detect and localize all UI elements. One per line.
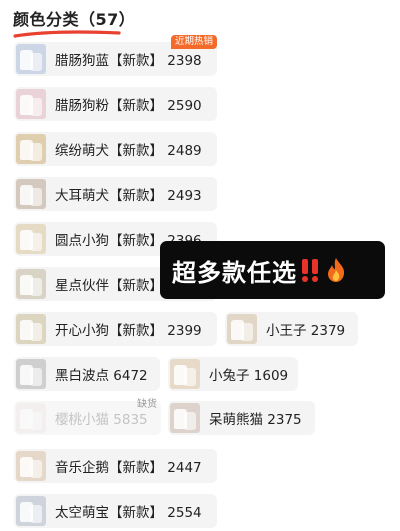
option-label: 小兔子 1609 <box>209 368 289 384</box>
option-label: 太空萌宝【新款】 2554 <box>55 505 202 521</box>
product-thumbnail <box>16 451 46 481</box>
option-label: 小王子 2379 <box>266 323 346 339</box>
product-thumbnail <box>16 44 46 74</box>
out-of-stock-badge: 缺货 <box>137 399 157 410</box>
product-thumbnail <box>170 403 200 433</box>
double-exclamation-icon <box>302 259 318 282</box>
option-colorful-puppy[interactable]: 缤纷萌犬【新款】 2489 <box>14 132 217 166</box>
option-dachshund-blue[interactable]: 腊肠狗蓝【新款】 2398 近期热销 <box>14 35 217 76</box>
option-label: 开心小狗【新款】 2399 <box>55 323 202 339</box>
product-thumbnail <box>16 89 46 119</box>
promo-text: 超多款任选 <box>172 258 297 287</box>
option-label: 缤纷萌犬【新款】 2489 <box>55 143 202 159</box>
option-label: 樱桃小猫 5835 <box>55 412 148 428</box>
title-underline <box>13 30 121 38</box>
option-bunny[interactable]: 小兔子 1609 <box>168 357 298 391</box>
product-thumbnail <box>16 403 46 433</box>
option-label: 腊肠狗粉【新款】 2590 <box>55 98 202 114</box>
option-dachshund-pink[interactable]: 腊肠狗粉【新款】 2590 <box>14 87 217 121</box>
product-thumbnail <box>16 314 46 344</box>
color-category-header: 颜色分类（57） <box>13 6 136 38</box>
option-label: 黑白波点 6472 <box>55 368 148 384</box>
product-thumbnail <box>16 134 46 164</box>
option-happy-puppy[interactable]: 开心小狗【新款】 2399 <box>14 312 217 346</box>
product-thumbnail <box>227 314 257 344</box>
page-title: 颜色分类（57） <box>13 10 136 29</box>
option-cute-panda[interactable]: 呆萌熊猫 2375 <box>168 401 315 435</box>
option-black-white-dots[interactable]: 黑白波点 6472 <box>14 357 160 391</box>
hot-sale-badge: 近期热销 <box>170 35 217 49</box>
fire-icon <box>328 258 345 282</box>
option-label: 腊肠狗蓝【新款】 2398 <box>55 53 202 69</box>
product-thumbnail <box>16 179 46 209</box>
option-label: 呆萌熊猫 2375 <box>209 412 302 428</box>
product-thumbnail <box>16 269 46 299</box>
option-cherry-kitten: 樱桃小猫 5835 缺货 <box>14 399 161 435</box>
option-little-prince[interactable]: 小王子 2379 <box>225 312 358 346</box>
product-thumbnail <box>16 359 46 389</box>
option-label: 星点伙伴【新款】 <box>55 278 163 294</box>
option-label: 大耳萌犬【新款】 2493 <box>55 188 202 204</box>
product-thumbnail <box>170 359 200 389</box>
option-big-ear-puppy[interactable]: 大耳萌犬【新款】 2493 <box>14 177 217 211</box>
product-thumbnail <box>16 224 46 254</box>
product-thumbnail <box>16 496 46 526</box>
promo-banner: 超多款任选 <box>160 241 385 299</box>
option-music-penguin[interactable]: 音乐企鹅【新款】 2447 <box>14 449 217 483</box>
option-space-baby[interactable]: 太空萌宝【新款】 2554 <box>14 494 217 528</box>
option-label: 音乐企鹅【新款】 2447 <box>55 460 202 476</box>
